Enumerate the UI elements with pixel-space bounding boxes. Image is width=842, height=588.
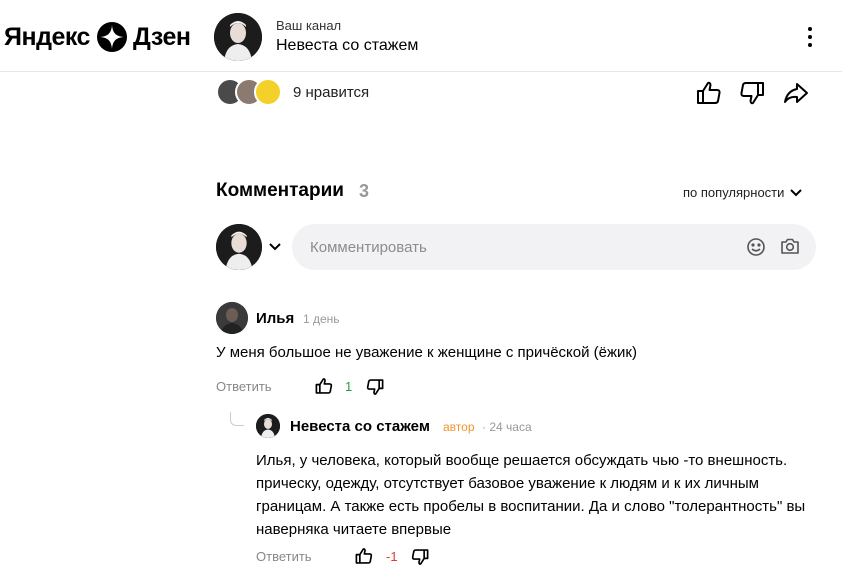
comment-dislike-icon[interactable]	[366, 378, 384, 396]
comment-like-icon[interactable]	[315, 377, 333, 395]
comment-text: У меня большое не уважение к женщине с п…	[216, 344, 637, 361]
logo-text-left: Яндекс	[4, 22, 90, 51]
account-chevron-down-icon[interactable]	[268, 240, 282, 254]
comments-count: 3	[359, 181, 370, 201]
person-photo-icon	[216, 302, 248, 334]
zen-star-icon	[96, 22, 127, 52]
comment-author-avatar[interactable]	[216, 302, 248, 334]
comment-score: -1	[386, 549, 398, 564]
likers-row[interactable]: 9 нравится	[216, 78, 369, 106]
author-badge: автор	[443, 420, 475, 434]
sort-label: по популярности	[683, 185, 785, 200]
current-user-avatar[interactable]	[216, 224, 262, 270]
channel-name: Невеста со стажем	[276, 37, 419, 54]
comment-score: 1	[345, 379, 353, 394]
more-menu-icon[interactable]	[800, 24, 820, 50]
comment-author-avatar[interactable]	[256, 414, 280, 438]
person-photo-icon	[216, 224, 262, 270]
comment-dislike-icon[interactable]	[411, 548, 429, 566]
camera-icon[interactable]	[780, 236, 800, 256]
share-icon[interactable]	[783, 80, 809, 106]
comment-time: · 24 часа	[482, 420, 532, 434]
comment-text: Илья, у человека, который вообще решаетс…	[256, 452, 806, 538]
reply-button[interactable]: Ответить	[216, 379, 272, 394]
comment-like-icon[interactable]	[355, 547, 373, 565]
channel-avatar[interactable]	[214, 13, 262, 61]
comment-author[interactable]: Невеста со стажем	[290, 418, 430, 435]
liker-avatar	[254, 78, 282, 106]
dislike-icon[interactable]	[739, 80, 765, 106]
person-photo-icon	[214, 13, 262, 61]
reply-button[interactable]: Ответить	[256, 549, 312, 564]
likes-count: 9 нравится	[293, 83, 370, 101]
sort-dropdown[interactable]: по популярности	[683, 185, 803, 200]
top-bar: Яндекс Дзен Ваш канал Невеста со стажем	[0, 0, 842, 72]
logo-text-right: Дзен	[132, 22, 191, 51]
like-icon[interactable]	[696, 80, 722, 106]
thread-connector	[230, 412, 244, 426]
person-photo-icon	[256, 414, 280, 438]
channel-info[interactable]: Ваш канал Невеста со стажем	[276, 18, 418, 55]
yandex-zen-logo[interactable]: Яндекс Дзен	[4, 22, 191, 52]
comment-author[interactable]: Илья	[256, 310, 294, 327]
comments-title: Комментарии	[216, 180, 344, 201]
comment-time: 1 день	[303, 312, 340, 326]
emoji-icon[interactable]	[746, 237, 766, 257]
comment-input[interactable]	[292, 224, 816, 270]
channel-caption: Ваш канал	[276, 18, 342, 33]
chevron-down-icon	[790, 188, 803, 196]
